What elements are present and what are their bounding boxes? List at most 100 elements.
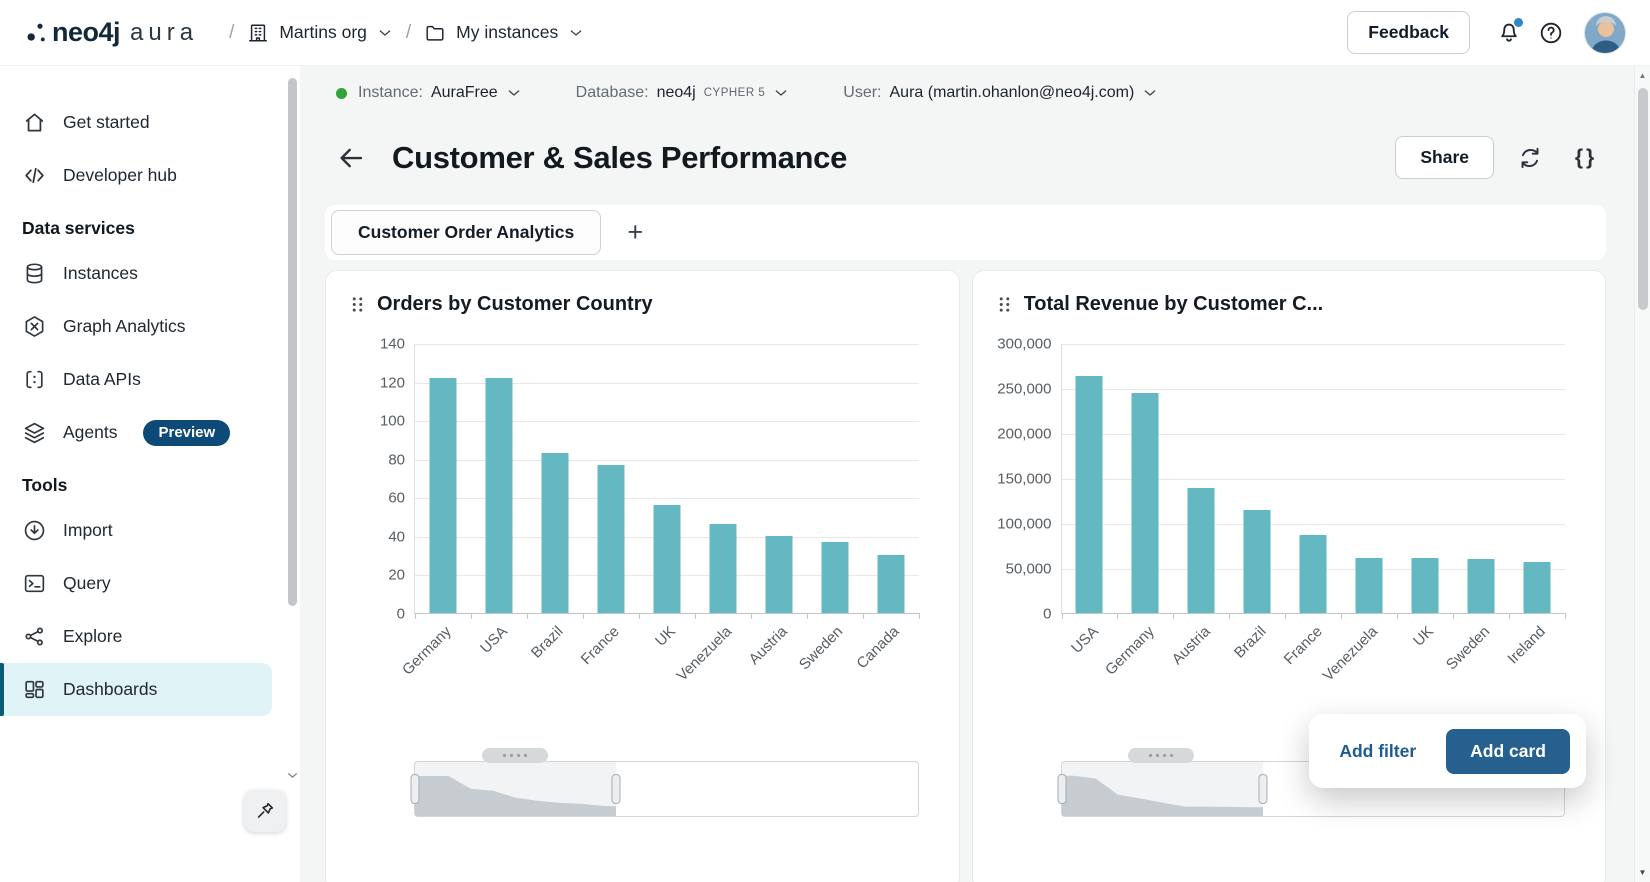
bar [1523, 561, 1551, 613]
y-axis-label: 0 [396, 605, 405, 623]
sidebar-item-label: Dashboards [63, 679, 158, 699]
code-braces-button[interactable]: {} [1566, 138, 1606, 178]
notifications-button[interactable] [1488, 12, 1530, 54]
chevron-down-icon [568, 25, 584, 41]
sidebar-scrollbar[interactable] [286, 70, 299, 782]
breadcrumb-project[interactable]: My instances [424, 22, 584, 44]
grip-dot [1156, 754, 1160, 757]
home-icon [22, 110, 47, 135]
preview-badge: Preview [143, 419, 231, 446]
datazoom-move-handle[interactable] [481, 748, 548, 763]
scroll-down-arrow-icon[interactable]: ▼ [1635, 868, 1650, 877]
drag-handle-icon[interactable] [350, 296, 365, 313]
drag-handle-icon[interactable] [997, 296, 1012, 313]
sidebar-item-label: Instances [63, 263, 138, 283]
add-card-button[interactable]: Add card [1446, 728, 1570, 774]
dashboard-actions-popup: Add filter Add card [1309, 714, 1586, 788]
refresh-button[interactable] [1510, 138, 1550, 178]
import-icon [22, 518, 47, 543]
main-scrollbar[interactable]: ▲ ▼ [1634, 66, 1650, 882]
pushpin-icon [254, 800, 276, 822]
sidebar-item-graph-analytics[interactable]: Graph Analytics [0, 300, 300, 353]
user-selector[interactable]: User: Aura (martin.ohanlon@neo4j.com) [843, 84, 1158, 102]
bar-chart-revenue: 0 50,000 100,000 150,000 200,000 250,000 300,0… [997, 332, 1582, 685]
sidebar-section-data-services: Data services [22, 218, 135, 238]
sidebar-item-query[interactable]: Query [0, 557, 300, 610]
datazoom-window[interactable] [1057, 762, 1267, 816]
instance-selector[interactable]: Instance: AuraFree [336, 84, 522, 102]
x-axis-tick [638, 613, 640, 619]
share-button[interactable]: Share [1395, 136, 1494, 179]
gridline [415, 344, 919, 345]
context-bar: Instance: AuraFree Database: neo4j CYPHE… [300, 66, 1634, 102]
bar [541, 452, 569, 613]
x-axis-tick [862, 613, 864, 619]
feedback-button[interactable]: Feedback [1347, 11, 1470, 54]
user-label: User: [843, 84, 882, 101]
x-axis-tick [1453, 613, 1455, 619]
datazoom-handle-right[interactable] [611, 774, 621, 804]
datazoom-track[interactable] [410, 761, 919, 817]
braces-icon: {} [1574, 145, 1598, 169]
x-axis-tick [694, 613, 696, 619]
datazoom-handle-left[interactable] [410, 774, 420, 804]
bar [597, 464, 625, 613]
datazoom-slider[interactable] [410, 748, 919, 838]
grip-dot [502, 754, 506, 757]
x-axis-tick [582, 613, 584, 619]
breadcrumb-org-label: Martins org [279, 22, 367, 42]
datazoom-window[interactable] [410, 762, 621, 816]
sidebar-item-dashboards[interactable]: Dashboards [0, 663, 272, 716]
sidebar-item-explore[interactable]: Explore [0, 610, 300, 663]
pin-sidebar-button[interactable] [244, 790, 286, 832]
card-title: Total Revenue by Customer C... [1023, 293, 1324, 315]
y-axis-label: 50,000 [1005, 560, 1052, 578]
add-filter-button[interactable]: Add filter [1339, 741, 1416, 762]
sidebar-item-instances[interactable]: Instances [0, 247, 300, 300]
sidebar-item-get-started[interactable]: Get started [0, 96, 300, 149]
y-axis-label: 250,000 [997, 380, 1052, 398]
database-icon [22, 261, 47, 286]
main-scrollbar-thumb[interactable] [1638, 88, 1648, 310]
datazoom-handle-right[interactable] [1258, 774, 1267, 804]
y-axis-label: 150,000 [997, 470, 1052, 488]
card-title: Orders by Customer Country [377, 293, 653, 315]
datazoom-handle-left[interactable] [1057, 774, 1066, 804]
y-axis-label: 80 [388, 451, 405, 469]
sidebar-section-tools: Tools [22, 475, 68, 495]
database-label: Database: [575, 84, 649, 101]
database-selector[interactable]: Database: neo4j CYPHER 5 [576, 84, 790, 102]
sidebar-scrollbar-thumb[interactable] [288, 78, 297, 606]
bar [877, 555, 905, 613]
breadcrumb-org[interactable]: Martins org [247, 22, 393, 44]
add-tab-button[interactable]: + [617, 217, 653, 248]
chevron-down-icon [773, 85, 789, 101]
bar [1075, 376, 1103, 613]
user-avatar[interactable] [1584, 11, 1626, 54]
x-axis-tick [1285, 613, 1287, 619]
sidebar: Get started Developer hub Data services … [0, 66, 300, 882]
sidebar-item-data-apis[interactable]: Data APIs [0, 353, 300, 406]
card-header: Orders by Customer Country [350, 293, 935, 316]
y-axis-label: 60 [388, 489, 405, 507]
y-axis-label: 100,000 [997, 515, 1052, 533]
bar [1299, 534, 1327, 613]
bar [653, 505, 681, 613]
sidebar-item-label: Query [63, 573, 111, 593]
tab-customer-order-analytics[interactable]: Customer Order Analytics [331, 210, 602, 255]
notification-dot [1514, 17, 1523, 27]
sidebar-item-label: Developer hub [63, 165, 177, 185]
back-button[interactable] [336, 141, 370, 175]
datazoom-move-handle[interactable] [1128, 748, 1195, 763]
sidebar-item-import[interactable]: Import [0, 504, 300, 557]
help-button[interactable] [1530, 12, 1572, 54]
sidebar-item-label: Data APIs [63, 369, 141, 389]
scroll-down-chevron-icon[interactable] [286, 769, 299, 782]
bar [709, 524, 737, 613]
scroll-up-arrow-icon[interactable]: ▲ [1635, 71, 1650, 80]
sidebar-item-agents[interactable]: Agents Preview [0, 406, 300, 459]
grip-dot [1149, 754, 1153, 757]
bar-chart-orders: 0 20 40 60 80 100 120 140 Germany USA Brazil France… [350, 332, 935, 685]
sidebar-item-developer-hub[interactable]: Developer hub [0, 149, 300, 202]
y-axis-label: 40 [388, 528, 405, 546]
